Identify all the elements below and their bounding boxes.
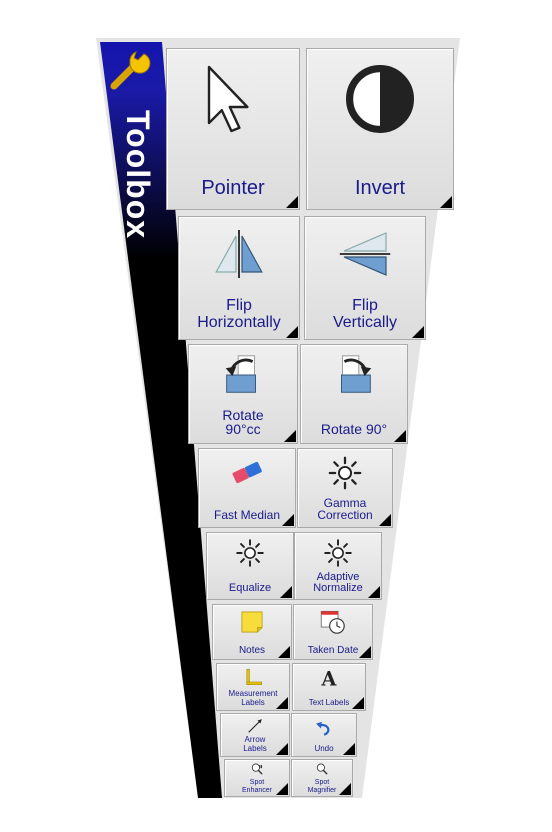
tool-notes[interactable]: Notes [212,604,292,660]
tool-options-indicator [278,646,290,658]
tool-options-indicator [276,783,288,795]
tool-options-indicator [282,514,294,526]
tool-measurement-labels[interactable]: Measurement Labels [216,663,290,711]
rotate-ccw-icon [225,355,256,393]
sun-icon [328,456,362,490]
tool-flip-h[interactable]: Flip Horizontally [178,216,300,340]
toolbox-title: Toolbox [120,110,156,240]
tool-arrow-labels[interactable]: Arrow Labels [220,713,290,757]
tool-spot-enhancer[interactable]: Spot Enhancer [224,759,290,797]
sun-icon [324,539,352,567]
half-circle-invert-icon [346,65,414,133]
tool-rotate-ccw[interactable]: Rotate 90°cc [188,344,298,444]
tool-pointer[interactable]: Pointer [166,48,300,210]
tool-options-indicator [368,586,380,598]
tool-options-indicator [284,430,296,442]
ruler-icon [246,668,263,685]
undo-icon [316,721,330,736]
tool-label: Flip Vertically [332,297,398,332]
tool-label: Rotate 90°cc [222,406,264,438]
letter-a-icon: A [321,668,338,691]
tool-options-indicator [286,196,298,208]
tool-label: Flip Horizontally [197,297,281,332]
tool-options-indicator [276,697,288,709]
tool-options-indicator [394,430,406,442]
sticky-note-icon [241,611,263,633]
pointer-arrow-icon [207,65,249,133]
tool-options-indicator [276,743,288,755]
tool-taken-date[interactable]: Taken Date [293,604,373,660]
flip-horizontal-icon [215,230,263,278]
flip-vertical-icon [339,232,391,276]
tool-options-indicator [343,743,355,755]
tool-spot-magnifier[interactable]: Spot Magnifier [291,759,353,797]
tool-text-labels[interactable]: A Text Labels [292,663,366,711]
tool-flip-v[interactable]: Flip Vertically [304,216,426,340]
tool-options-indicator [280,586,292,598]
magnifier-icon [316,763,328,775]
tool-equalize[interactable]: Equalize [206,532,294,600]
tool-options-indicator [359,646,371,658]
tool-options-indicator [440,196,452,208]
sun-icon [236,539,264,567]
svg-text:A: A [321,668,338,691]
tool-label: Fast Median [213,508,281,523]
eraser-icon [232,461,262,484]
tool-options-indicator [339,783,351,795]
tool-options-indicator [379,514,391,526]
rotate-cw-icon [341,355,372,393]
tool-undo[interactable]: Undo [291,713,357,757]
tool-label: Pointer [201,177,265,199]
wrench-icon [110,51,151,90]
tool-label: Gamma Correction [317,495,373,523]
tool-label: Invert [354,177,406,199]
tool-options-indicator [286,326,298,338]
tool-options-indicator [352,697,364,709]
tool-fast-median[interactable]: Fast Median [198,448,296,528]
tool-invert[interactable]: Invert [306,48,454,210]
magnifier-spot-icon [251,763,263,775]
tool-label: Rotate 90° [320,421,388,438]
arrow-label-icon [248,719,262,733]
tool-adaptive-normalize[interactable]: Adaptive Normalize [294,532,382,600]
calendar-clock-icon [320,610,345,634]
tool-options-indicator [412,326,424,338]
tool-rotate-cw[interactable]: Rotate 90° [300,344,408,444]
tool-gamma[interactable]: Gamma Correction [297,448,393,528]
